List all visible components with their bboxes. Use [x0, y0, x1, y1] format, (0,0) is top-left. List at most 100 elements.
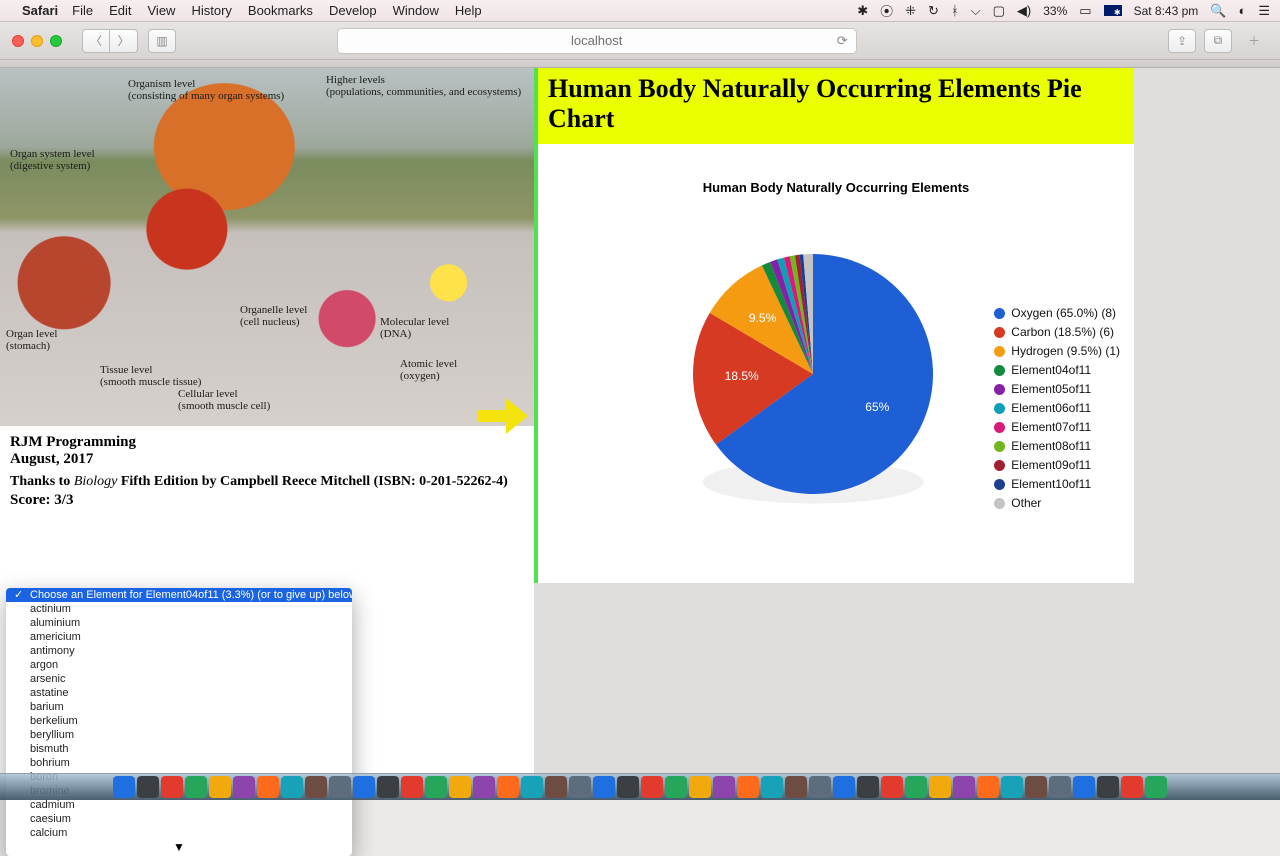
dropdown-option[interactable]: cadmium	[6, 798, 352, 812]
dock-app-icon[interactable]	[833, 776, 855, 798]
dock-app-icon[interactable]	[641, 776, 663, 798]
new-tab-button[interactable]: ＋	[1240, 29, 1268, 53]
tabs-button[interactable]: ⧉	[1204, 29, 1232, 53]
legend-item[interactable]: Hydrogen (9.5%) (1)	[994, 342, 1120, 361]
legend-item[interactable]: Element07of11	[994, 418, 1120, 437]
dock-app-icon[interactable]	[257, 776, 279, 798]
dock-app-icon[interactable]	[857, 776, 879, 798]
dock-app-icon[interactable]	[353, 776, 375, 798]
dock-app-icon[interactable]	[137, 776, 159, 798]
legend-item[interactable]: Oxygen (65.0%) (8)	[994, 304, 1120, 323]
menu-help[interactable]: Help	[455, 3, 482, 18]
dock-app-icon[interactable]	[281, 776, 303, 798]
dock-app-icon[interactable]	[953, 776, 975, 798]
dock-app-icon[interactable]	[929, 776, 951, 798]
forward-button[interactable]: 〉	[110, 29, 138, 53]
airplay-icon[interactable]: ▢	[993, 3, 1005, 19]
dock-app-icon[interactable]	[809, 776, 831, 798]
legend-item[interactable]: Element08of11	[994, 437, 1120, 456]
legend-item[interactable]: Element04of11	[994, 361, 1120, 380]
legend-item[interactable]: Element06of11	[994, 399, 1120, 418]
clock[interactable]: Sat 8:43 pm	[1134, 4, 1199, 18]
element-select-dropdown[interactable]: Choose an Element for Element04of11 (3.3…	[6, 588, 352, 856]
menu-view[interactable]: View	[148, 3, 176, 18]
menu-bookmarks[interactable]: Bookmarks	[248, 3, 313, 18]
legend-item[interactable]: Element10of11	[994, 475, 1120, 494]
dock-app-icon[interactable]	[377, 776, 399, 798]
dock-app-icon[interactable]	[1025, 776, 1047, 798]
dock-app-icon[interactable]	[329, 776, 351, 798]
dock-app-icon[interactable]	[1121, 776, 1143, 798]
dock-app-icon[interactable]	[401, 776, 423, 798]
dropdown-option[interactable]: antimony	[6, 644, 352, 658]
legend-item[interactable]: Element05of11	[994, 380, 1120, 399]
back-button[interactable]: 〈	[82, 29, 110, 53]
dock-app-icon[interactable]	[425, 776, 447, 798]
dock-app-icon[interactable]	[905, 776, 927, 798]
dropdown-option[interactable]: americium	[6, 630, 352, 644]
dropdown-option[interactable]: argon	[6, 658, 352, 672]
dock-app-icon[interactable]	[881, 776, 903, 798]
dropdown-option[interactable]: caesium	[6, 812, 352, 826]
dropdown-option[interactable]: bohrium	[6, 756, 352, 770]
dropdown-option[interactable]: actinium	[6, 602, 352, 616]
dock-app-icon[interactable]	[521, 776, 543, 798]
dropdown-option[interactable]: aluminium	[6, 616, 352, 630]
dropdown-option-selected[interactable]: Choose an Element for Element04of11 (3.3…	[6, 588, 352, 602]
menu-develop[interactable]: Develop	[329, 3, 377, 18]
menu-extra-icon[interactable]: ⦿	[880, 1, 893, 20]
dropdown-scroll-down-icon[interactable]: ▼	[6, 840, 352, 856]
dock-app-icon[interactable]	[1097, 776, 1119, 798]
menu-extra-icon[interactable]: ⁜	[905, 3, 916, 19]
dock-app-icon[interactable]	[161, 776, 183, 798]
dock-app-icon[interactable]	[713, 776, 735, 798]
dock-app-icon[interactable]	[209, 776, 231, 798]
dock-app-icon[interactable]	[593, 776, 615, 798]
dock-app-icon[interactable]	[305, 776, 327, 798]
wifi-icon[interactable]: ⌵	[971, 3, 981, 19]
dock-app-icon[interactable]	[761, 776, 783, 798]
dock-app-icon[interactable]	[665, 776, 687, 798]
dock-app-icon[interactable]	[449, 776, 471, 798]
volume-icon[interactable]: ◀)	[1017, 3, 1031, 19]
legend-item[interactable]: Other	[994, 494, 1120, 513]
legend-item[interactable]: Element09of11	[994, 456, 1120, 475]
spotlight-icon[interactable]: 🔍	[1210, 3, 1226, 19]
dock-app-icon[interactable]	[185, 776, 207, 798]
legend-item[interactable]: Carbon (18.5%) (6)	[994, 323, 1120, 342]
menu-extra-icon[interactable]: ✱	[857, 3, 868, 19]
dropdown-option[interactable]: calcium	[6, 826, 352, 840]
dock-app-icon[interactable]	[1145, 776, 1167, 798]
dock-app-icon[interactable]	[1073, 776, 1095, 798]
menu-file[interactable]: File	[72, 3, 93, 18]
menu-window[interactable]: Window	[393, 3, 439, 18]
dropdown-option[interactable]: astatine	[6, 686, 352, 700]
dock-app-icon[interactable]	[569, 776, 591, 798]
dropdown-option[interactable]: bismuth	[6, 742, 352, 756]
reload-icon[interactable]: ⟳	[837, 33, 848, 49]
app-name[interactable]: Safari	[22, 3, 58, 18]
dock-app-icon[interactable]	[233, 776, 255, 798]
time-machine-icon[interactable]: ↻	[928, 3, 939, 19]
address-bar[interactable]: localhost ⟳	[337, 28, 857, 54]
dropdown-option[interactable]: beryllium	[6, 728, 352, 742]
siri-icon[interactable]: ◐	[1238, 3, 1246, 18]
dropdown-option[interactable]: arsenic	[6, 672, 352, 686]
dropdown-option[interactable]: barium	[6, 700, 352, 714]
share-button[interactable]: ⇪	[1168, 29, 1196, 53]
input-source-flag-icon[interactable]	[1104, 5, 1122, 16]
notification-center-icon[interactable]: ☰	[1258, 3, 1270, 19]
dock-app-icon[interactable]	[1001, 776, 1023, 798]
minimize-window-button[interactable]	[31, 35, 43, 47]
dock-app-icon[interactable]	[497, 776, 519, 798]
dock-app-icon[interactable]	[1049, 776, 1071, 798]
dock-app-icon[interactable]	[617, 776, 639, 798]
menu-history[interactable]: History	[191, 3, 231, 18]
dock-app-icon[interactable]	[977, 776, 999, 798]
dock-app-icon[interactable]	[473, 776, 495, 798]
dock-app-icon[interactable]	[545, 776, 567, 798]
close-window-button[interactable]	[12, 35, 24, 47]
sidebar-button[interactable]: ▥	[148, 29, 176, 53]
bluetooth-icon[interactable]: ᚼ	[951, 3, 959, 18]
dock-app-icon[interactable]	[113, 776, 135, 798]
